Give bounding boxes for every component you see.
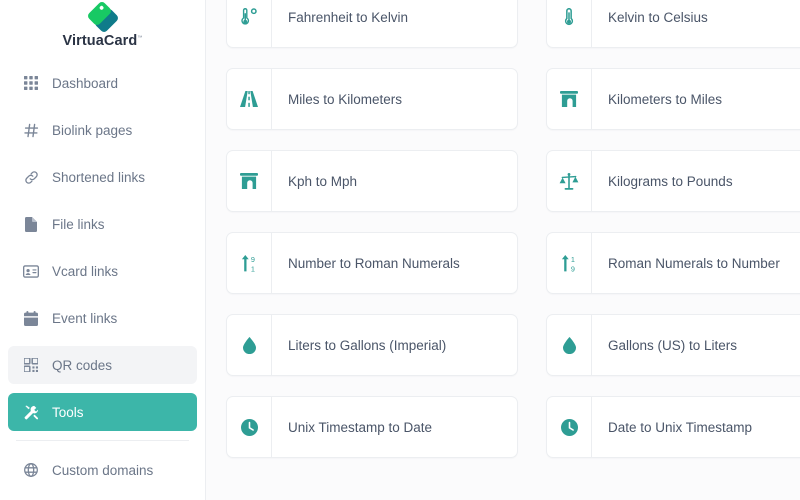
svg-text:9: 9 bbox=[250, 255, 254, 264]
balance-scale-icon bbox=[547, 151, 592, 211]
tool-card-label: Number to Roman Numerals bbox=[288, 255, 460, 271]
tool-card-number-to-roman-numerals[interactable]: 9 1 Number to Roman Numerals bbox=[226, 232, 518, 294]
thermometer-degrees-icon bbox=[227, 0, 272, 47]
road-icon bbox=[227, 69, 272, 129]
water-drop-icon bbox=[227, 315, 272, 375]
globe-icon bbox=[22, 461, 40, 479]
qr-code-icon bbox=[22, 356, 40, 374]
sidebar-divider bbox=[16, 440, 189, 441]
calendar-icon bbox=[22, 309, 40, 327]
sort-numeric-up-icon: 9 1 bbox=[227, 233, 272, 293]
tool-card-kilograms-to-pounds[interactable]: Kilograms to Pounds bbox=[546, 150, 800, 212]
tool-card-kelvin-to-celsius[interactable]: Kelvin to Celsius bbox=[546, 0, 800, 48]
tool-card-label: Unix Timestamp to Date bbox=[288, 419, 433, 435]
tool-card-label: Miles to Kilometers bbox=[288, 91, 403, 107]
clock-icon bbox=[547, 397, 592, 457]
svg-text:9: 9 bbox=[570, 264, 574, 272]
gauge-icon bbox=[547, 69, 592, 129]
tool-card-label: Gallons (US) to Liters bbox=[608, 337, 738, 353]
link-icon bbox=[22, 168, 40, 186]
tool-card-label: Fahrenheit to Kelvin bbox=[288, 9, 409, 25]
tool-card-label: Kilometers to Miles bbox=[608, 91, 723, 107]
sidebar-item-label: QR codes bbox=[52, 357, 113, 373]
tool-card-kilometers-to-miles[interactable]: Kilometers to Miles bbox=[546, 68, 800, 130]
sidebar-item-label: Custom domains bbox=[52, 462, 154, 478]
sort-numeric-down-icon: 1 9 bbox=[547, 233, 592, 293]
grid-icon bbox=[22, 74, 40, 92]
tool-card-unix-timestamp-to-date[interactable]: Unix Timestamp to Date bbox=[226, 396, 518, 458]
id-card-icon bbox=[22, 262, 40, 280]
svg-text:1: 1 bbox=[250, 264, 254, 272]
sidebar-item-tools[interactable]: Tools bbox=[8, 393, 197, 431]
tool-card-fahrenheit-to-kelvin[interactable]: Fahrenheit to Kelvin bbox=[226, 0, 518, 48]
main-content: Fahrenheit to Kelvin Kelvin to Celsius M… bbox=[206, 0, 800, 500]
sidebar-nav: Dashboard Biolink pages Shortened links … bbox=[0, 64, 205, 489]
sidebar-item-label: Vcard links bbox=[52, 263, 119, 279]
thermometer-icon bbox=[547, 0, 592, 47]
brand[interactable]: VirtuaCard™ bbox=[0, 0, 205, 58]
sidebar-item-label: Biolink pages bbox=[52, 122, 133, 138]
hash-icon bbox=[22, 121, 40, 139]
tools-panel: Fahrenheit to Kelvin Kelvin to Celsius M… bbox=[206, 0, 800, 478]
sidebar-item-label: Shortened links bbox=[52, 169, 146, 185]
tool-card-kph-to-mph[interactable]: Kph to Mph bbox=[226, 150, 518, 212]
brand-name: VirtuaCard™ bbox=[63, 33, 143, 49]
tool-card-gallons-us-to-liters[interactable]: Gallons (US) to Liters bbox=[546, 314, 800, 376]
tools-icon bbox=[22, 403, 40, 421]
sidebar-item-label: Event links bbox=[52, 310, 118, 326]
tool-card-date-to-unix-timestamp[interactable]: Date to Unix Timestamp bbox=[546, 396, 800, 458]
sidebar-item-label: File links bbox=[52, 216, 105, 232]
sidebar-item-shortened-links[interactable]: Shortened links bbox=[8, 158, 197, 196]
tool-card-label: Roman Numerals to Number bbox=[608, 255, 780, 271]
sidebar-item-vcard-links[interactable]: Vcard links bbox=[8, 252, 197, 290]
gauge-icon bbox=[227, 151, 272, 211]
file-icon bbox=[22, 215, 40, 233]
water-drop-icon bbox=[547, 315, 592, 375]
tool-card-label: Kelvin to Celsius bbox=[608, 9, 708, 25]
sidebar-item-event-links[interactable]: Event links bbox=[8, 299, 197, 337]
brand-trademark: ™ bbox=[137, 35, 143, 42]
sidebar: VirtuaCard™ Dashboard Biolink pages Shor… bbox=[0, 0, 206, 500]
virtuacard-logo-icon bbox=[87, 2, 118, 32]
sidebar-item-dashboard[interactable]: Dashboard bbox=[8, 64, 197, 102]
sidebar-item-biolink-pages[interactable]: Biolink pages bbox=[8, 111, 197, 149]
tools-grid: Fahrenheit to Kelvin Kelvin to Celsius M… bbox=[226, 0, 800, 478]
sidebar-item-qr-codes[interactable]: QR codes bbox=[8, 346, 197, 384]
tool-card-label: Date to Unix Timestamp bbox=[608, 419, 753, 435]
clock-icon bbox=[227, 397, 272, 457]
tool-card-roman-numerals-to-number[interactable]: 1 9 Roman Numerals to Number bbox=[546, 232, 800, 294]
tool-card-label: Liters to Gallons (Imperial) bbox=[288, 337, 447, 353]
sidebar-item-label: Dashboard bbox=[52, 75, 119, 91]
sidebar-item-custom-domains[interactable]: Custom domains bbox=[8, 451, 197, 489]
sidebar-item-label: Tools bbox=[52, 404, 84, 420]
tool-card-label: Kilograms to Pounds bbox=[608, 173, 733, 189]
app-root: VirtuaCard™ Dashboard Biolink pages Shor… bbox=[0, 0, 800, 500]
tool-card-liters-to-gallons-imperial[interactable]: Liters to Gallons (Imperial) bbox=[226, 314, 518, 376]
tool-card-miles-to-kilometers[interactable]: Miles to Kilometers bbox=[226, 68, 518, 130]
svg-text:1: 1 bbox=[570, 255, 574, 264]
sidebar-item-file-links[interactable]: File links bbox=[8, 205, 197, 243]
tool-card-label: Kph to Mph bbox=[288, 173, 358, 189]
brand-name-text: VirtuaCard bbox=[62, 33, 138, 49]
